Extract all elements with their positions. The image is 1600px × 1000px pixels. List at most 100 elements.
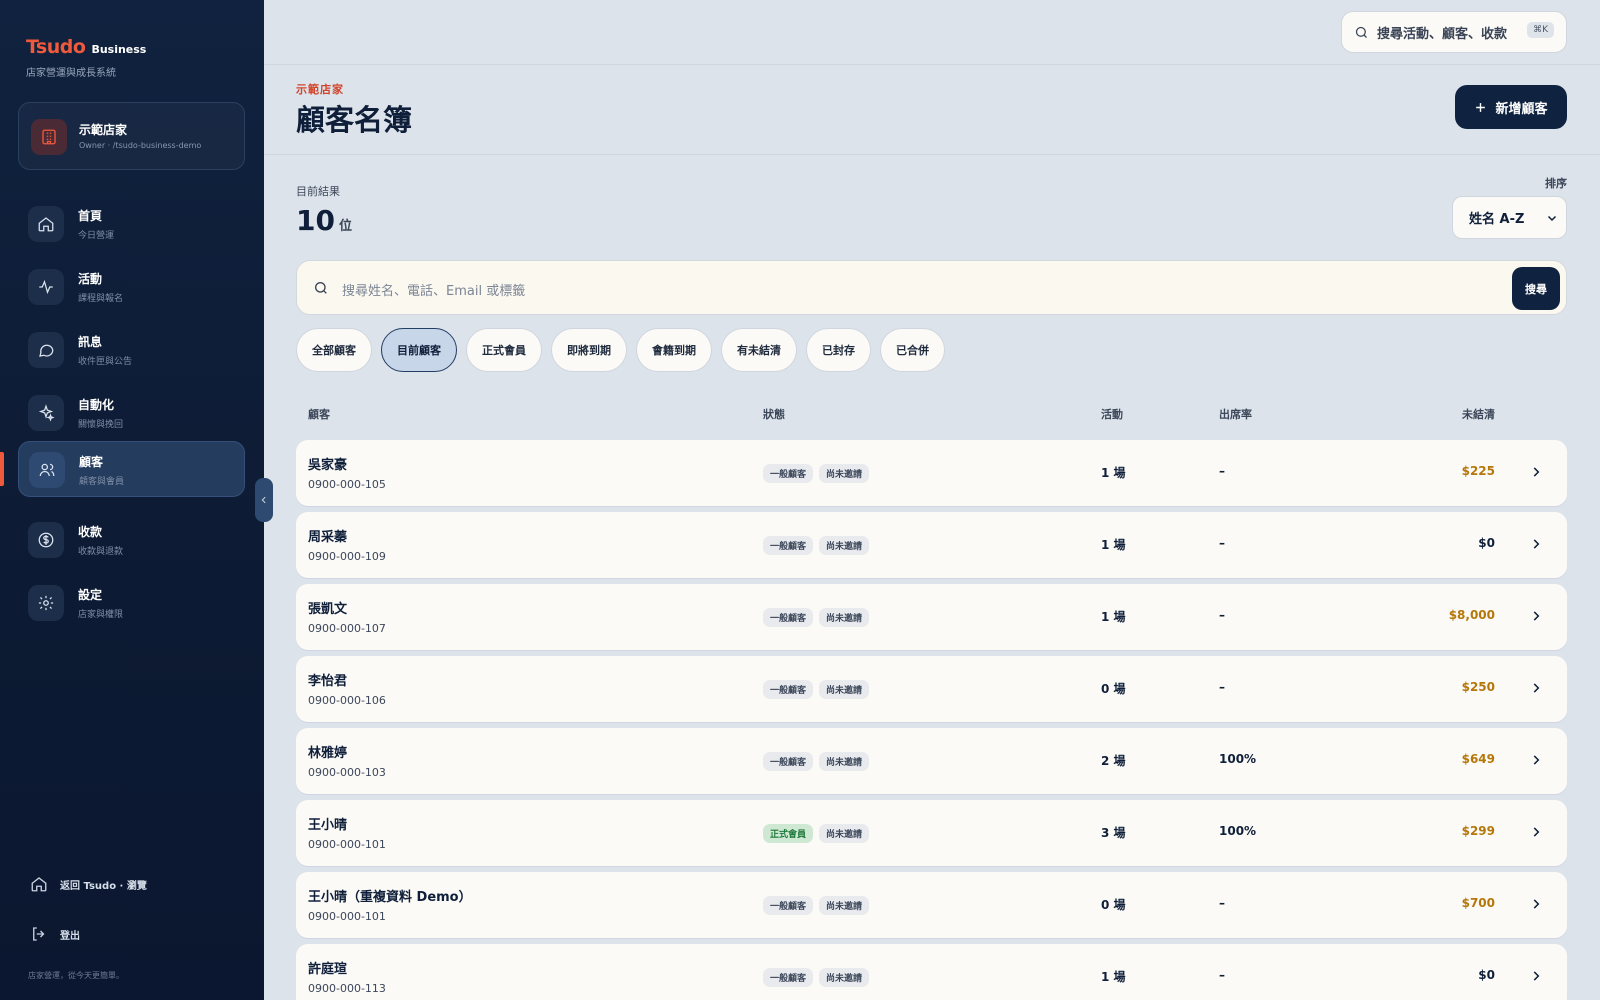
column-due: 未結清 <box>1462 408 1495 421</box>
customer-name: 周采蓁 <box>308 530 348 545</box>
search-button[interactable]: 搜尋 <box>1512 267 1560 310</box>
sidebar-item-home[interactable]: 首頁 今日營運 <box>18 196 245 252</box>
filter-chip[interactable]: 全部顧客 <box>296 328 372 372</box>
sidebar-item-label: 自動化 <box>78 398 115 412</box>
table-row[interactable]: 許庭瑄 0900-000-113 一般顧客 尚未邀請 1 場 – $0 <box>296 944 1567 1000</box>
status-badges: 一般顧客 尚未邀請 <box>763 896 870 915</box>
sidebar-collapse-button[interactable] <box>255 478 273 522</box>
outstanding-amount: $0 <box>1478 968 1495 982</box>
logout-icon <box>33 927 45 941</box>
activity-count: 3 場 <box>1101 826 1126 840</box>
activity-count: 1 場 <box>1101 970 1126 984</box>
outstanding-amount: $700 <box>1461 896 1495 910</box>
activity-count: 0 場 <box>1101 898 1126 912</box>
outstanding-amount: $0 <box>1478 536 1495 550</box>
attendance-rate: – <box>1219 680 1225 694</box>
chevron-right-icon[interactable] <box>1529 825 1543 839</box>
sidebar-item-sublabel: 顧客與會員 <box>79 477 125 487</box>
chevron-right-icon[interactable] <box>1529 897 1543 911</box>
sidebar-item-dollar[interactable]: 收款 收款與退款 <box>18 512 245 568</box>
chevron-right-icon[interactable] <box>1529 609 1543 623</box>
table-row[interactable]: 王小晴 0900-000-101 正式會員 尚未邀請 3 場 100% $299 <box>296 800 1567 866</box>
customer-name: 林雅婷 <box>308 746 348 761</box>
chevron-right-icon[interactable] <box>1529 537 1543 551</box>
invite-badge: 尚未邀請 <box>819 464 870 483</box>
customer-name: 李怡君 <box>308 674 348 689</box>
table-header: 顧客 狀態 活動 出席率 未結清 <box>296 406 1567 426</box>
outstanding-amount: $299 <box>1461 824 1495 838</box>
filter-chip[interactable]: 目前顧客 <box>381 328 457 372</box>
status-badge: 一般顧客 <box>763 680 814 699</box>
message-icon <box>28 332 64 368</box>
results-number: 10 <box>296 204 335 237</box>
chevron-right-icon[interactable] <box>1529 969 1543 983</box>
filter-chip[interactable]: 有未結清 <box>721 328 797 372</box>
logout-link[interactable]: 登出 <box>30 925 80 943</box>
sidebar-item-message[interactable]: 訊息 收件匣與公告 <box>18 322 245 378</box>
sidebar-item-sublabel: 課程與報名 <box>78 294 124 304</box>
customer-search-input[interactable]: 搜尋姓名、電話、Email 或標籤 <box>342 280 525 299</box>
add-customer-button[interactable]: 新增顧客 <box>1455 85 1567 129</box>
home-icon <box>31 877 47 892</box>
chevron-right-icon[interactable] <box>1529 753 1543 767</box>
sidebar-item-gear[interactable]: 設定 店家與權限 <box>18 575 245 631</box>
activity-icon <box>28 269 64 305</box>
attendance-rate: – <box>1219 536 1225 550</box>
chevron-right-icon[interactable] <box>1529 465 1543 479</box>
global-search[interactable]: 搜尋活動、顧客、收款 ⌘K <box>1341 11 1567 53</box>
table-row[interactable]: 王小晴（重複資料 Demo） 0900-000-101 一般顧客 尚未邀請 0 場 – $7… <box>296 872 1567 938</box>
customer-phone: 0900-000-105 <box>308 478 386 491</box>
shortcut-badge: ⌘K <box>1527 22 1554 38</box>
logout-label: 登出 <box>60 930 80 942</box>
filter-chip[interactable]: 會籍到期 <box>636 328 712 372</box>
status-badges: 一般顧客 尚未邀請 <box>763 968 870 987</box>
back-to-tsudo-link[interactable]: 返回 Tsudo · 瀏覽 <box>30 875 147 893</box>
outstanding-amount: $250 <box>1461 680 1495 694</box>
home-icon <box>28 206 64 242</box>
search-icon <box>315 282 327 294</box>
sidebar-item-users[interactable]: 顧客 顧客與會員 <box>18 441 245 497</box>
invite-badge: 尚未邀請 <box>819 536 870 555</box>
brand-logo[interactable]: Tsudo <box>26 36 86 58</box>
table-row[interactable]: 李怡君 0900-000-106 一般顧客 尚未邀請 0 場 – $250 <box>296 656 1567 722</box>
filter-chip[interactable]: 已合併 <box>880 328 945 372</box>
filter-chip[interactable]: 已封存 <box>806 328 871 372</box>
activity-count: 1 場 <box>1101 466 1126 480</box>
column-activity: 活動 <box>1101 408 1123 421</box>
status-badge: 一般顧客 <box>763 968 814 987</box>
attendance-rate: – <box>1219 464 1225 478</box>
filter-chips: 全部顧客 目前顧客 正式會員 即將到期 會籍到期 有未結清 已封存 已合併 <box>296 328 945 372</box>
sidebar-item-label: 首頁 <box>78 209 103 223</box>
attendance-rate: 100% <box>1219 752 1257 766</box>
page-eyebrow: 示範店家 <box>296 83 344 96</box>
invite-badge: 尚未邀請 <box>819 896 870 915</box>
customer-name: 吳家豪 <box>308 458 348 473</box>
invite-badge: 尚未邀請 <box>819 968 870 987</box>
filter-chip[interactable]: 即將到期 <box>551 328 627 372</box>
filter-chip[interactable]: 正式會員 <box>466 328 542 372</box>
sidebar-item-activity[interactable]: 活動 課程與報名 <box>18 259 245 315</box>
chevron-right-icon[interactable] <box>1529 681 1543 695</box>
sidebar: Tsudo Business 店家營運與成長系統 示範店家 Owner · /t… <box>0 0 264 1000</box>
status-badges: 正式會員 尚未邀請 <box>763 824 870 843</box>
sidebar-item-sublabel: 收款與退款 <box>78 547 124 557</box>
sort-select[interactable]: 姓名 A-Z <box>1452 196 1567 239</box>
status-badges: 一般顧客 尚未邀請 <box>763 464 870 483</box>
sidebar-item-sparkle[interactable]: 自動化 關懷與挽回 <box>18 385 245 441</box>
table-row[interactable]: 吳家豪 0900-000-105 一般顧客 尚未邀請 1 場 – $225 <box>296 440 1567 506</box>
table-row[interactable]: 周采蓁 0900-000-109 一般顧客 尚未邀請 1 場 – $0 <box>296 512 1567 578</box>
sidebar-item-sublabel: 收件匣與公告 <box>78 357 133 367</box>
attendance-rate: 100% <box>1219 824 1257 838</box>
table-row[interactable]: 林雅婷 0900-000-103 一般顧客 尚未邀請 2 場 100% $649 <box>296 728 1567 794</box>
results-unit: 位 <box>338 219 352 234</box>
invite-badge: 尚未邀請 <box>819 680 870 699</box>
page-title: 顧客名簿 <box>296 103 413 137</box>
store-switcher[interactable]: 示範店家 Owner · /tsudo-business-demo <box>18 102 245 170</box>
search-icon <box>1355 26 1367 38</box>
table-row[interactable]: 張凱文 0900-000-107 一般顧客 尚未邀請 1 場 – $8,000 <box>296 584 1567 650</box>
outstanding-amount: $649 <box>1461 752 1495 766</box>
activity-count: 2 場 <box>1101 754 1126 768</box>
activity-count: 1 場 <box>1101 610 1126 624</box>
invite-badge: 尚未邀請 <box>819 752 870 771</box>
attendance-rate: – <box>1219 608 1225 622</box>
